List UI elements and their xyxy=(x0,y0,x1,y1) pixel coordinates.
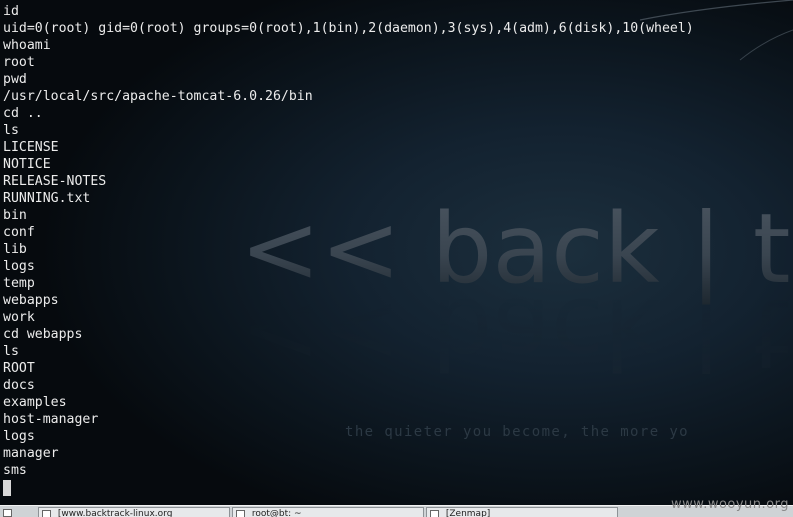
terminal-line: conf xyxy=(3,225,35,240)
terminal-line: whoami xyxy=(3,38,51,53)
terminal-line: LICENSE xyxy=(3,140,59,155)
taskbar-item-label: [Zenmap] xyxy=(445,509,491,517)
terminal-line: logs xyxy=(3,259,35,274)
terminal-line: lib xyxy=(3,242,27,257)
terminal-line: sms xyxy=(3,463,27,478)
terminal-line: ROOT xyxy=(3,361,35,376)
taskbar-item-label: root@bt: ~ xyxy=(251,509,302,517)
terminal-line: pwd xyxy=(3,72,27,87)
terminal-line: temp xyxy=(3,276,35,291)
terminal-line: logs xyxy=(3,429,35,444)
terminal-line: RUNNING.txt xyxy=(3,191,91,206)
terminal-line: webapps xyxy=(3,293,59,308)
terminal-line: bin xyxy=(3,208,27,223)
terminal-line: ls xyxy=(3,344,19,359)
terminal-window[interactable]: id uid=0(root) gid=0(root) groups=0(root)… xyxy=(0,0,793,505)
terminal-line: examples xyxy=(3,395,67,410)
terminal-line: work xyxy=(3,310,35,325)
terminal-line: NOTICE xyxy=(3,157,51,172)
taskbar-menu-button[interactable] xyxy=(0,507,22,517)
terminal-icon xyxy=(236,510,245,517)
taskbar-item-browser[interactable]: [www.backtrack-linux.org xyxy=(38,507,230,517)
watermark: www.wooyun.org xyxy=(670,497,789,512)
terminal-line: cd .. xyxy=(3,106,43,121)
terminal-output: id uid=0(root) gid=0(root) groups=0(root)… xyxy=(3,3,694,496)
browser-icon xyxy=(42,510,51,517)
terminal-cursor xyxy=(3,480,11,496)
terminal-line: id xyxy=(3,4,19,19)
terminal-line: /usr/local/src/apache-tomcat-6.0.26/bin xyxy=(3,89,313,104)
terminal-line: host-manager xyxy=(3,412,99,427)
terminal-line: ls xyxy=(3,123,19,138)
terminal-line: manager xyxy=(3,446,59,461)
terminal-line: root xyxy=(3,55,35,70)
terminal-line: RELEASE-NOTES xyxy=(3,174,107,189)
terminal-line: uid=0(root) gid=0(root) groups=0(root),1… xyxy=(3,21,694,36)
desktop: << back | tra << back | tra the quieter … xyxy=(0,0,793,517)
window-list-icon xyxy=(3,509,12,517)
taskbar-item-label: [www.backtrack-linux.org xyxy=(57,509,173,517)
terminal-line: docs xyxy=(3,378,35,393)
window-icon xyxy=(430,510,439,517)
terminal-line: cd webapps xyxy=(3,327,83,342)
taskbar-item-zenmap[interactable]: [Zenmap] xyxy=(426,507,618,517)
taskbar-item-terminal[interactable]: root@bt: ~ xyxy=(232,507,424,517)
